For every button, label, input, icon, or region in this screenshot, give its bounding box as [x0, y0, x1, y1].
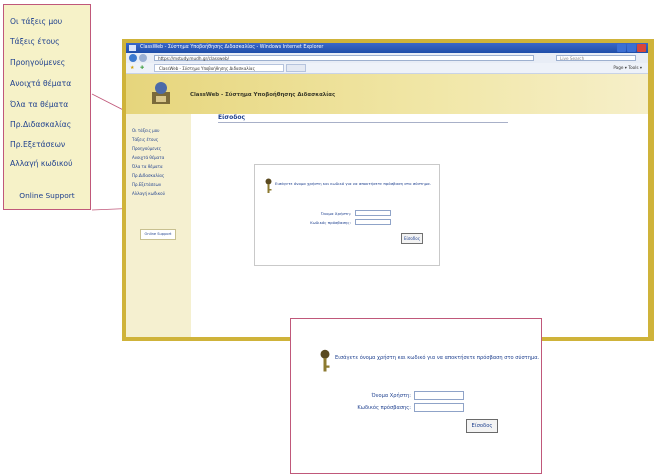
- app-header: ClassWeb - Σύστημα Υποβοήθησης Διδασκαλί…: [126, 74, 648, 114]
- callout-menu-item-change-password[interactable]: Αλλαγή κωδικού: [10, 159, 72, 168]
- key-icon: [265, 178, 272, 193]
- maximize-icon[interactable]: [627, 44, 636, 52]
- callout-menu-item-my-classes[interactable]: Οι τάξεις μου: [10, 17, 62, 26]
- add-favorite-icon[interactable]: ✚: [140, 65, 144, 71]
- browser-window: ClassWeb - Σύστημα Υποβοήθησης Διδασκαλί…: [126, 43, 648, 337]
- callout-username-input[interactable]: [414, 391, 464, 400]
- online-support-button[interactable]: Online Support: [140, 229, 176, 240]
- sidebar-item-change-password[interactable]: Αλλαγή κωδικού: [132, 191, 165, 196]
- search-input[interactable]: Live Search: [556, 55, 636, 61]
- callout-login-submit-button[interactable]: Είσοδος: [466, 419, 498, 433]
- callout-online-support-link[interactable]: Online Support: [12, 191, 82, 200]
- callout-menu-item-open-topics[interactable]: Ανοιχτά θέματα: [10, 79, 71, 88]
- browser-tab[interactable]: ClassWeb - Σύστημα Υποβοήθησης Διδασκαλί…: [154, 64, 284, 72]
- address-input[interactable]: https://mstudy.mudh.gr/classweb/: [154, 55, 534, 61]
- sidebar-item-my-classes[interactable]: Οι τάξεις μου: [132, 128, 160, 133]
- minimize-icon[interactable]: [617, 44, 626, 52]
- address-bar-row: https://mstudy.mudh.gr/classweb/ Live Se…: [126, 53, 648, 63]
- callout-password-label: Κωδικός πρόσβασης:: [357, 405, 411, 411]
- callout-menu-item-exam-schedule[interactable]: Πρ.Εξετάσεων: [10, 140, 65, 149]
- app-title: ClassWeb - Σύστημα Υποβοήθησης Διδασκαλί…: [190, 92, 336, 98]
- zoomed-sidebar-callout: Οι τάξεις μου Τάξεις έτους Προηγούμενες …: [3, 4, 91, 210]
- sidebar-item-teaching-schedule[interactable]: Πρ.Διδασκαλίας: [132, 173, 164, 178]
- callout-login-message: Εισάγετε όνομα χρήστη και κωδικό για να …: [335, 355, 540, 361]
- title-bar: ClassWeb - Σύστημα Υποβοήθησης Διδασκαλί…: [126, 43, 648, 53]
- callout-menu-item-year-classes[interactable]: Τάξεις έτους: [10, 37, 60, 46]
- title-divider: [218, 122, 508, 123]
- classweb-logo-icon: [152, 82, 170, 104]
- login-submit-button[interactable]: Είσοδος: [401, 233, 423, 244]
- page-title: Είσοδος: [218, 114, 246, 121]
- sidebar-item-year-classes[interactable]: Τάξεις έτους: [132, 137, 158, 142]
- ie-icon: [129, 45, 136, 51]
- callout-key-icon: [320, 349, 330, 372]
- callout-username-label: Όνομα Χρήστη:: [371, 393, 411, 399]
- back-icon[interactable]: [129, 54, 137, 62]
- username-input[interactable]: [355, 210, 391, 216]
- callout-menu-item-teaching-schedule[interactable]: Πρ.Διδασκαλίας: [10, 120, 71, 129]
- tab-row: ★ ✚ ClassWeb - Σύστημα Υποβοήθησης Διδασ…: [126, 63, 648, 74]
- callout-menu-item-previous[interactable]: Προηγούμενες: [10, 58, 65, 67]
- password-input[interactable]: [355, 219, 391, 225]
- toolbar-tools[interactable]: Page ▾ Tools ▾: [613, 63, 642, 73]
- sidebar-item-exam-schedule[interactable]: Πρ.Εξετάσεων: [132, 182, 161, 187]
- callout-menu-item-all-topics[interactable]: Όλα τα θέματα: [10, 100, 68, 109]
- sidebar-item-previous[interactable]: Προηγούμενες: [132, 146, 161, 151]
- close-icon[interactable]: [637, 44, 646, 52]
- zoomed-login-callout: Εισάγετε όνομα χρήστη και κωδικό για να …: [290, 318, 542, 474]
- favorites-star-icon[interactable]: ★: [130, 65, 134, 71]
- callout-password-input[interactable]: [414, 403, 464, 412]
- password-label: Κωδικός πρόσβασης:: [310, 220, 351, 225]
- username-label: Όνομα Χρήστη:: [320, 211, 351, 216]
- sidebar-item-open-topics[interactable]: Ανοιχτά θέματα: [132, 155, 164, 160]
- login-panel: Εισάγετε όνομα χρήστη και κωδικό για να …: [254, 164, 440, 266]
- window-title: ClassWeb - Σύστημα Υποβοήθησης Διδασκαλί…: [140, 45, 324, 50]
- login-message: Εισάγετε όνομα χρήστη και κωδικό για να …: [275, 181, 431, 186]
- forward-icon[interactable]: [139, 54, 147, 62]
- sidebar: Οι τάξεις μου Τάξεις έτους Προηγούμενες …: [126, 114, 191, 337]
- new-tab-button[interactable]: [286, 64, 306, 72]
- sidebar-item-all-topics[interactable]: Όλα τα θέματα: [132, 164, 163, 169]
- browser-screenshot-frame: ClassWeb - Σύστημα Υποβοήθησης Διδασκαλί…: [122, 39, 654, 341]
